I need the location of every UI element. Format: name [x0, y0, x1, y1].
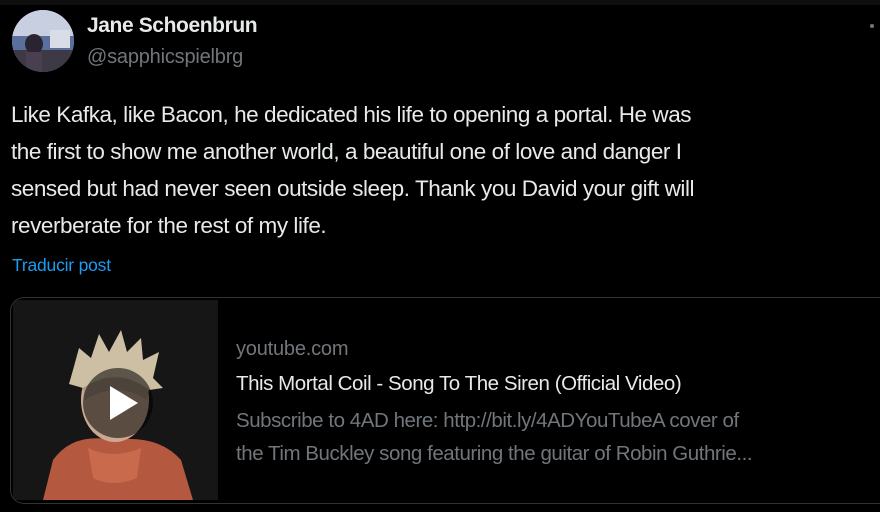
- card-title[interactable]: This Mortal Coil - Song To The Siren (Of…: [236, 372, 682, 396]
- author-name[interactable]: Jane Schoenbrun: [87, 14, 258, 38]
- card-description-line: the Tim Buckley song featuring the guita…: [236, 442, 753, 465]
- tweet-text: Like Kafka, like Bacon, he dedicated his…: [11, 96, 880, 244]
- tweet-text-line: the first to show me another world, a be…: [11, 139, 682, 164]
- author-avatar[interactable]: [12, 10, 74, 72]
- card-description-line: Subscribe to 4AD here: http://bit.ly/4AD…: [236, 409, 739, 432]
- video-thumbnail[interactable]: [13, 300, 218, 500]
- tweet-text-line: sensed but had never seen outside sleep.…: [11, 176, 695, 201]
- tweet: Jane Schoenbrun @sapphicspielbrg Like Ka…: [0, 0, 880, 512]
- link-preview-card[interactable]: youtube.com This Mortal Coil - Song To T…: [10, 297, 880, 504]
- translate-post-link[interactable]: Traducir post: [12, 255, 111, 276]
- card-description: Subscribe to 4AD here: http://bit.ly/4AD…: [236, 404, 753, 470]
- more-dots-icon[interactable]: [870, 24, 874, 28]
- tweet-text-line: reverberate for the rest of my life.: [11, 213, 327, 238]
- author-handle[interactable]: @sapphicspielbrg: [87, 46, 243, 69]
- play-icon[interactable]: [83, 368, 153, 438]
- avatar-photo-icon: [12, 10, 74, 72]
- card-domain: youtube.com: [236, 338, 349, 360]
- tweet-text-line: Like Kafka, like Bacon, he dedicated his…: [11, 102, 692, 127]
